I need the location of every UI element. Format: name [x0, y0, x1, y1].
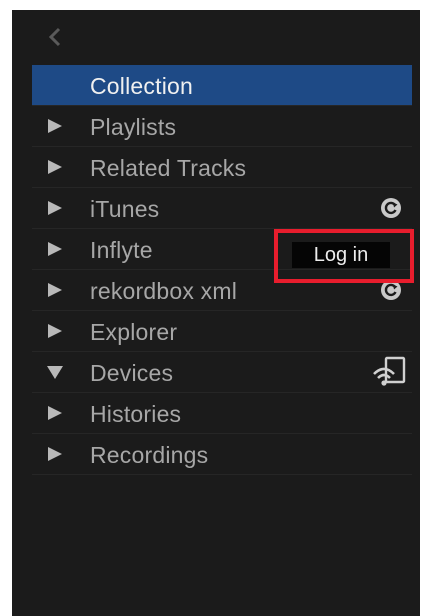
- sidebar-item-related-tracks[interactable]: Related Tracks: [32, 147, 412, 188]
- login-button[interactable]: Log in: [292, 242, 390, 268]
- sidebar-item-playlists[interactable]: Playlists: [32, 106, 412, 147]
- expand-arrow-icon[interactable]: [46, 118, 64, 134]
- sidebar-item-label: Explorer: [90, 319, 178, 345]
- expand-arrow-icon[interactable]: [46, 282, 64, 298]
- expand-arrow-icon[interactable]: [46, 159, 64, 175]
- expand-arrow-icon[interactable]: [46, 200, 64, 216]
- sidebar-item-devices[interactable]: Devices: [32, 352, 412, 393]
- sync-icon[interactable]: [380, 197, 402, 219]
- sidebar-item-label: Recordings: [90, 442, 209, 468]
- sidebar-item-recordings[interactable]: Recordings: [32, 434, 412, 475]
- sidebar-item-histories[interactable]: Histories: [32, 393, 412, 434]
- chevron-left-icon: [48, 27, 61, 47]
- expand-arrow-icon[interactable]: [46, 446, 64, 462]
- sidebar-item-label: Related Tracks: [90, 155, 247, 181]
- expand-arrow-icon[interactable]: [46, 405, 64, 421]
- sidebar-item-collection[interactable]: Collection: [32, 65, 412, 106]
- sidebar-item-label: Collection: [90, 73, 193, 99]
- login-highlight: Log in: [274, 229, 414, 283]
- wifi-device-icon[interactable]: [372, 356, 406, 388]
- sidebar-panel: Collection Playlists Related Tracks iTun…: [12, 10, 420, 616]
- sidebar-item-explorer[interactable]: Explorer: [32, 311, 412, 352]
- sidebar-item-label: Inflyte: [90, 237, 153, 263]
- sidebar-item-label: Playlists: [90, 114, 177, 140]
- expand-arrow-icon[interactable]: [46, 241, 64, 257]
- sidebar-item-label: rekordbox xml: [90, 278, 238, 304]
- sidebar-item-itunes[interactable]: iTunes: [32, 188, 412, 229]
- sidebar-item-label: iTunes: [90, 196, 160, 222]
- collapse-arrow-icon[interactable]: [46, 364, 64, 380]
- sidebar-item-label: Histories: [90, 401, 182, 427]
- expand-arrow-icon[interactable]: [46, 323, 64, 339]
- sidebar-item-label: Devices: [90, 360, 174, 386]
- back-button[interactable]: [40, 22, 70, 52]
